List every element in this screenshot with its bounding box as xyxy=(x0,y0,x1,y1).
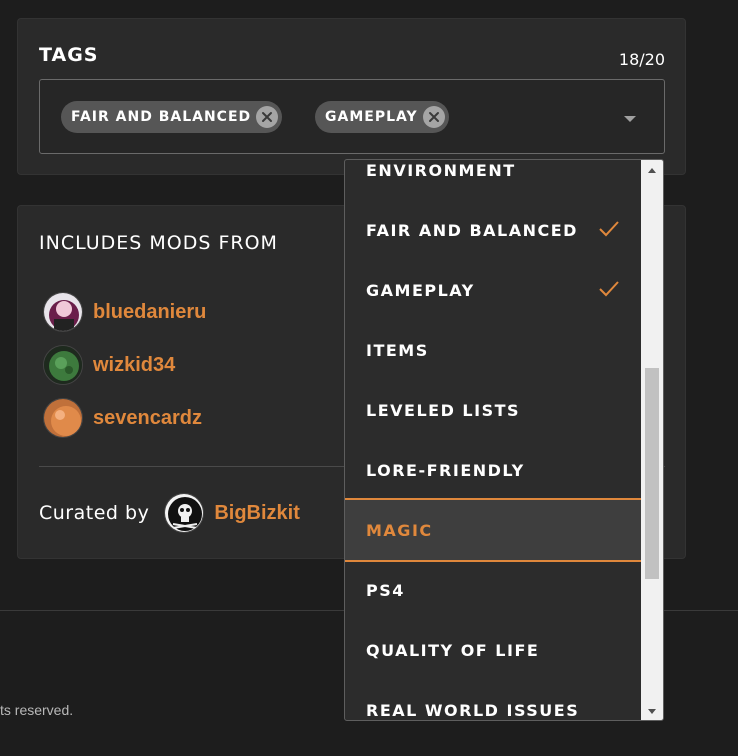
mod-author-link[interactable]: sevencardz xyxy=(93,407,202,430)
dropdown-option-label: MAGIC xyxy=(366,520,433,540)
scroll-down-arrow-icon[interactable] xyxy=(648,709,656,714)
tags-card: TAGS 18/20 FAIR AND BALANCED GAMEPLAY xyxy=(17,18,686,175)
dropdown-option[interactable]: PS4 xyxy=(345,560,642,620)
dropdown-option-label: FAIR AND BALANCED xyxy=(366,220,578,240)
mod-author-row: wizkid34 xyxy=(43,345,175,385)
dropdown-option-label: ENVIRONMENT xyxy=(366,160,516,180)
dropdown-option[interactable]: GAMEPLAY xyxy=(345,260,642,320)
chevron-down-icon[interactable] xyxy=(624,116,636,122)
dropdown-option[interactable]: LORE-FRIENDLY xyxy=(345,440,642,500)
tag-chip-gameplay: GAMEPLAY xyxy=(315,101,449,133)
tags-title: TAGS xyxy=(39,44,99,66)
scrollbar-thumb[interactable] xyxy=(645,368,659,579)
tag-chip-fair-and-balanced: FAIR AND BALANCED xyxy=(61,101,283,133)
tags-dropdown-menu: ENVIRONMENT FAIR AND BALANCED GAMEPLAY I… xyxy=(344,159,664,721)
avatar[interactable] xyxy=(43,398,83,438)
dropdown-option-label: REAL WORLD ISSUES xyxy=(366,700,580,720)
remove-tag-icon[interactable] xyxy=(422,106,445,128)
dropdown-option-highlighted[interactable]: MAGIC xyxy=(345,498,642,562)
mod-author-link[interactable]: bluedanieru xyxy=(93,301,206,324)
dropdown-option[interactable]: FAIR AND BALANCED xyxy=(345,200,642,260)
dropdown-option[interactable]: REAL WORLD ISSUES xyxy=(345,680,642,720)
checkmark-icon xyxy=(598,220,620,242)
dropdown-scrollbar[interactable] xyxy=(641,160,663,720)
curated-by-row: Curated by BigBizkit xyxy=(39,493,300,533)
dropdown-option-label: LEVELED LISTS xyxy=(366,400,521,420)
dropdown-option-label: ITEMS xyxy=(366,340,429,360)
checkmark-icon xyxy=(598,280,620,302)
mod-author-row: bluedanieru xyxy=(43,292,206,332)
dropdown-option-label: QUALITY OF LIFE xyxy=(366,640,540,660)
dropdown-option[interactable]: ENVIRONMENT xyxy=(345,160,642,200)
mod-author-row: sevencardz xyxy=(43,398,202,438)
avatar[interactable] xyxy=(164,493,205,533)
dropdown-option-label: PS4 xyxy=(366,580,405,600)
curator-link[interactable]: BigBizkit xyxy=(214,502,300,525)
page: TAGS 18/20 FAIR AND BALANCED GAMEPLAY IN… xyxy=(0,0,738,756)
avatar[interactable] xyxy=(43,292,83,332)
scroll-up-arrow-icon[interactable] xyxy=(648,168,656,173)
tags-count: 18/20 xyxy=(618,50,665,69)
dropdown-option-label: LORE-FRIENDLY xyxy=(366,460,525,480)
tags-select-field[interactable]: FAIR AND BALANCED GAMEPLAY xyxy=(39,79,665,154)
tags-dropdown-list: ENVIRONMENT FAIR AND BALANCED GAMEPLAY I… xyxy=(345,160,642,720)
mod-author-link[interactable]: wizkid34 xyxy=(93,354,175,377)
tag-chip-label: FAIR AND BALANCED xyxy=(71,109,252,125)
dropdown-option[interactable]: ITEMS xyxy=(345,320,642,380)
dropdown-option[interactable]: LEVELED LISTS xyxy=(345,380,642,440)
curated-by-label: Curated by xyxy=(39,502,150,524)
dropdown-option[interactable]: QUALITY OF LIFE xyxy=(345,620,642,680)
footer-copyright: ts reserved. xyxy=(0,702,74,718)
remove-tag-icon[interactable] xyxy=(256,106,279,128)
mods-title: INCLUDES MODS FROM xyxy=(39,232,278,254)
avatar[interactable] xyxy=(43,345,83,385)
dropdown-option-label: GAMEPLAY xyxy=(366,280,475,300)
tag-chip-label: GAMEPLAY xyxy=(325,109,418,125)
